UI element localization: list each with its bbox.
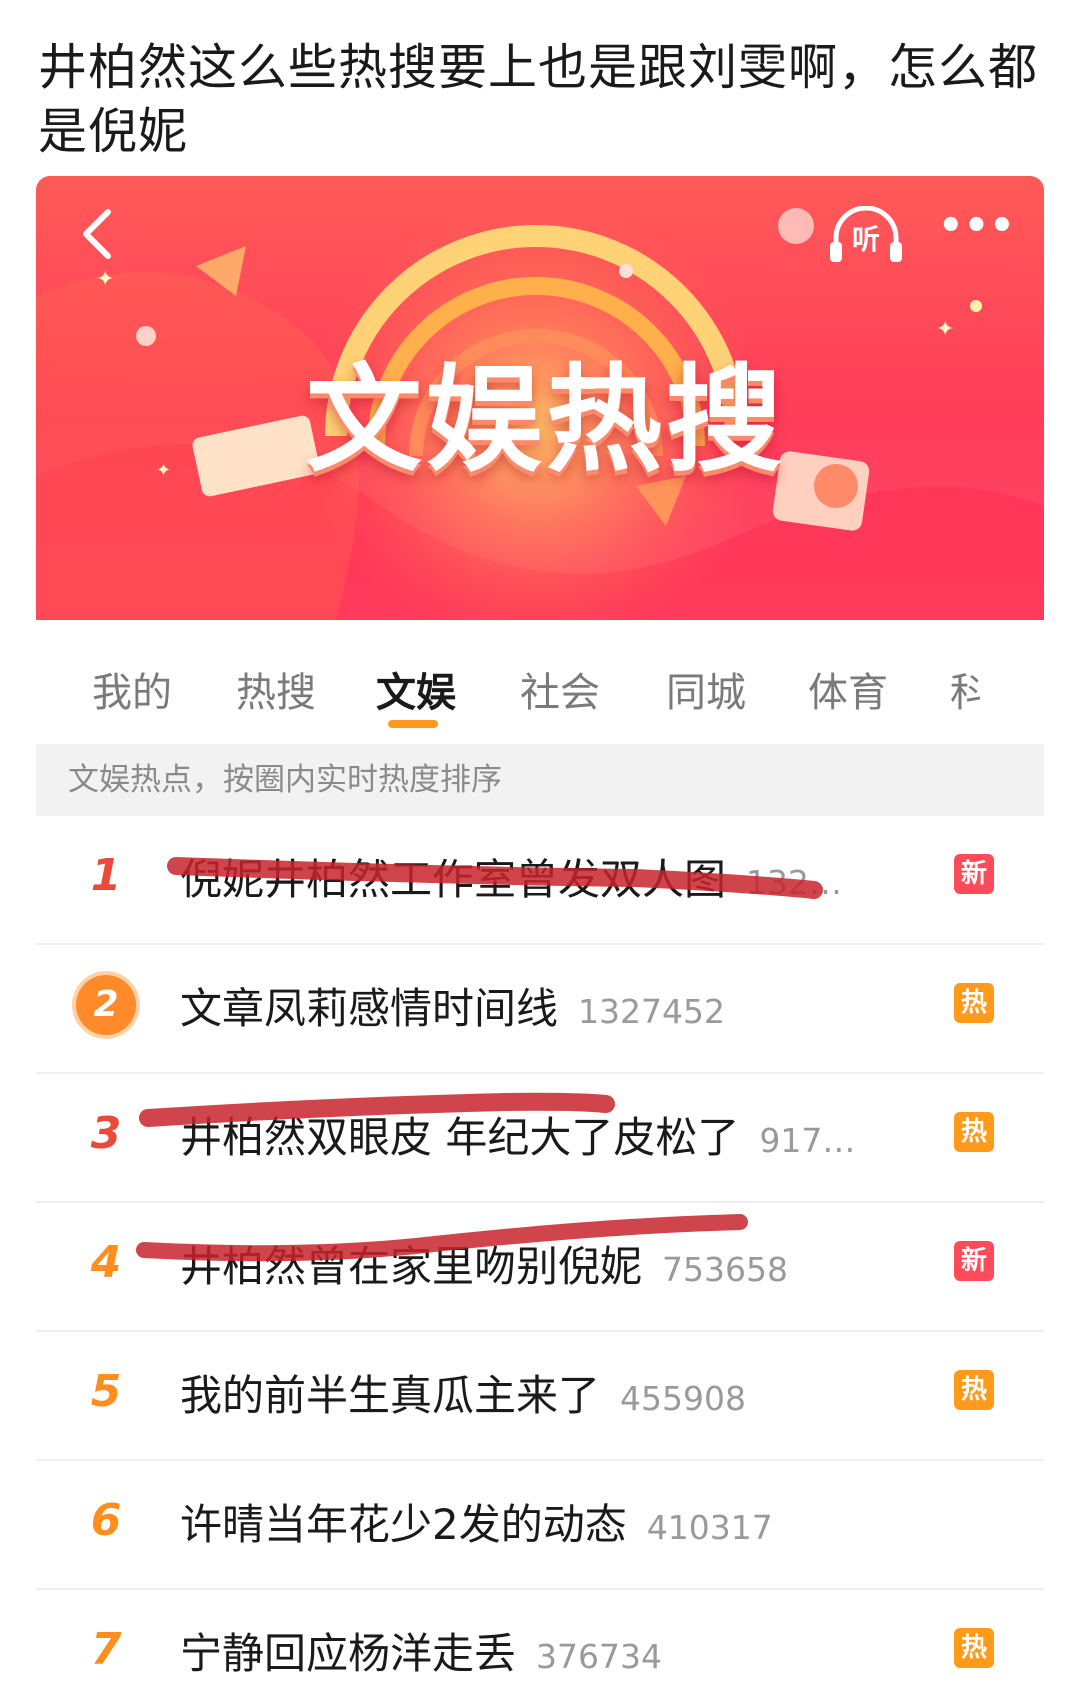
item-count: 1327452	[578, 992, 725, 1031]
item-title: 许晴当年花少2发的动态 410317	[180, 1491, 773, 1552]
list-item[interactable]: 5 我的前半生真瓜主来了 455908 热	[36, 1332, 1044, 1461]
back-button[interactable]	[68, 204, 128, 264]
hot-badge: 热	[954, 1628, 994, 1668]
item-title: 井柏然双眼皮 年纪大了皮松了 917…	[180, 1104, 855, 1165]
rank-number: 4	[90, 1237, 122, 1288]
banner-title: 文娱热搜	[306, 353, 786, 488]
list-item[interactable]: 3 井柏然双眼皮 年纪大了皮松了 917… 热	[36, 1074, 1044, 1203]
tab-mine[interactable]: 我的	[92, 660, 172, 718]
item-title: 我的前半生真瓜主来了 455908	[180, 1362, 746, 1423]
tab-hot-search[interactable]: 热搜	[236, 660, 316, 718]
info-bar: 文娱热点，按圈内实时热度排序	[36, 744, 1044, 816]
banner: ✦ ✦ ✦ 听 ••• 文娱热搜	[36, 176, 1044, 620]
tab-local[interactable]: 同城	[666, 660, 746, 718]
active-tab-indicator	[388, 720, 438, 728]
item-title: 宁静回应杨洋走丢 376734	[180, 1620, 662, 1681]
tab-tech[interactable]: 科	[950, 660, 980, 718]
item-title: 倪妮井柏然工作室曾发双人图 132…	[180, 846, 842, 907]
new-badge: 新	[954, 854, 994, 894]
more-options-button[interactable]: •••	[938, 206, 1015, 246]
post-title: 井柏然这么些热搜要上也是跟刘雯啊，怎么都是倪妮	[38, 39, 1039, 160]
rank-number: 5	[90, 1366, 122, 1417]
weibo-hot-search-screenshot: ✦ ✦ ✦ 听 ••• 文娱热搜 我的 热搜 文娱 社会 同城 体育 科 文娱热…	[36, 176, 1044, 1701]
rank-number: 1	[90, 850, 122, 901]
chevron-left-icon	[83, 209, 111, 259]
rank-number: 6	[90, 1495, 122, 1546]
item-title-text: 文章凤莉感情时间线	[180, 984, 559, 1033]
rank-number: 2	[93, 984, 119, 1025]
list-item[interactable]: 4 井柏然曾在家里吻别倪妮 753658 新	[36, 1203, 1044, 1332]
list-item[interactable]: 2 文章凤莉感情时间线 1327452 热	[36, 945, 1044, 1074]
new-badge: 新	[954, 1241, 994, 1281]
item-title-text: 许晴当年花少2发的动态	[180, 1500, 627, 1549]
item-count: 410317	[646, 1508, 773, 1547]
svg-text:✦: ✦	[96, 267, 114, 292]
svg-text:✦: ✦	[156, 460, 171, 481]
item-count: 917…	[759, 1121, 856, 1160]
hot-badge: 热	[954, 983, 994, 1023]
tab-sports[interactable]: 体育	[808, 660, 888, 718]
listen-label: 听	[851, 223, 880, 256]
list-item[interactable]: 7 宁静回应杨洋走丢 376734 热	[36, 1590, 1044, 1701]
item-count: 455908	[620, 1379, 746, 1418]
hot-badge: 热	[954, 1370, 994, 1410]
item-title-text: 倪妮井柏然工作室曾发双人图	[180, 855, 727, 904]
item-title-text: 井柏然曾在家里吻别倪妮	[180, 1242, 643, 1291]
item-title-text: 井柏然双眼皮 年纪大了皮松了	[180, 1113, 740, 1162]
item-count: 132…	[746, 863, 843, 902]
rank-number: 3	[90, 1108, 122, 1159]
svg-text:✦: ✦	[936, 317, 954, 342]
list-item[interactable]: 1 倪妮井柏然工作室曾发双人图 132… 新	[36, 816, 1044, 945]
hot-badge: 热	[954, 1112, 994, 1152]
rank-medal-icon: 2	[76, 975, 136, 1035]
listen-button[interactable]: 听	[826, 205, 906, 266]
item-count: 753658	[662, 1250, 788, 1289]
rank-number: 7	[90, 1624, 122, 1675]
tab-entertainment[interactable]: 文娱	[376, 660, 456, 718]
item-title: 井柏然曾在家里吻别倪妮 753658	[180, 1233, 788, 1294]
item-title: 文章凤莉感情时间线 1327452	[180, 975, 725, 1036]
tab-society[interactable]: 社会	[520, 660, 600, 718]
item-title-text: 我的前半生真瓜主来了	[180, 1371, 601, 1420]
item-title-text: 宁静回应杨洋走丢	[180, 1629, 517, 1678]
list-item[interactable]: 6 许晴当年花少2发的动态 410317	[36, 1461, 1044, 1590]
item-count: 376734	[536, 1637, 662, 1676]
